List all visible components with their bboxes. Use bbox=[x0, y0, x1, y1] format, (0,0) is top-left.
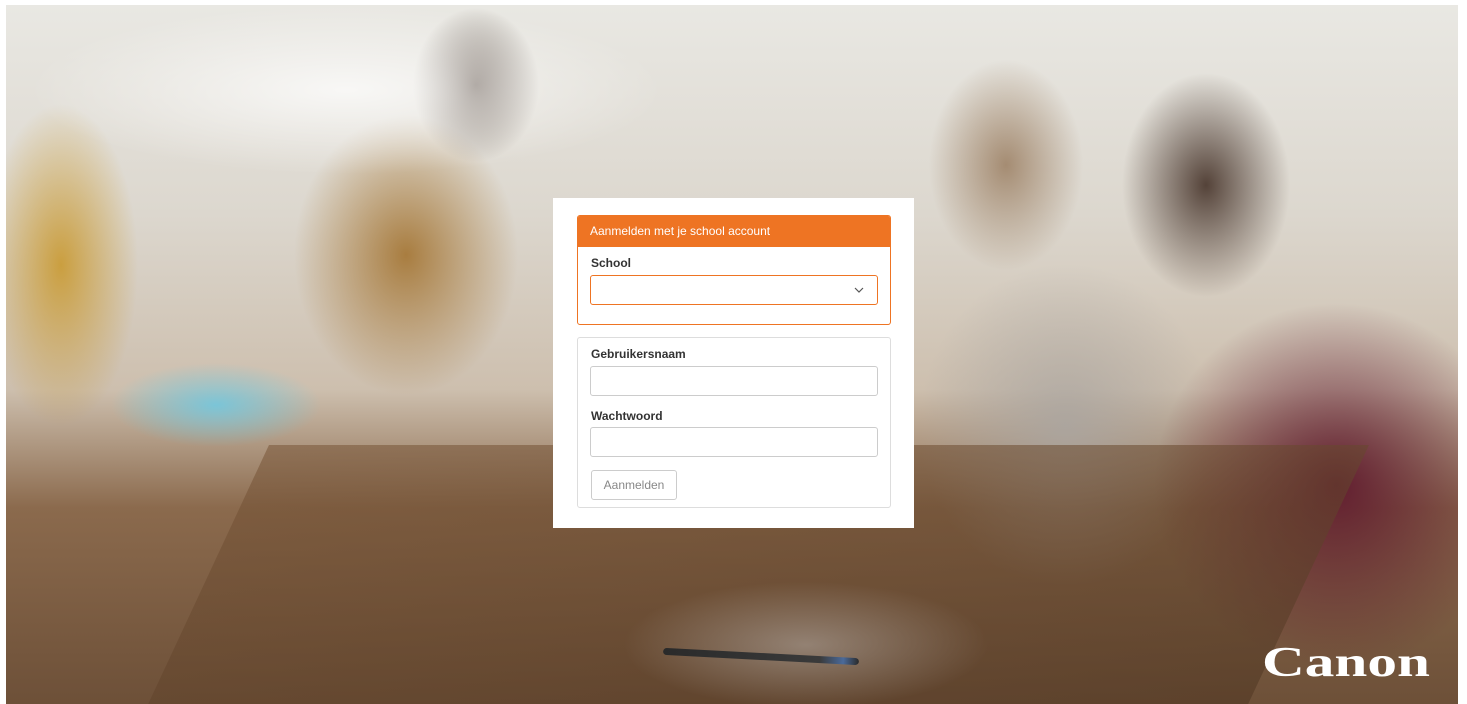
school-card: Aanmelden met je school account School bbox=[577, 215, 891, 325]
username-label: Gebruikersnaam bbox=[591, 347, 686, 361]
password-input[interactable] bbox=[590, 427, 878, 457]
login-header: Aanmelden met je school account bbox=[578, 216, 890, 247]
password-label: Wachtwoord bbox=[591, 409, 663, 423]
background-window-light bbox=[26, 5, 666, 175]
school-label: School bbox=[591, 256, 632, 270]
credentials-card: Gebruikersnaam Wachtwoord Aanmelden bbox=[577, 337, 891, 508]
canon-logo: Canon bbox=[1262, 640, 1430, 684]
username-input[interactable] bbox=[590, 366, 878, 396]
school-select[interactable] bbox=[590, 275, 878, 305]
chevron-down-icon bbox=[854, 287, 864, 293]
login-button[interactable]: Aanmelden bbox=[591, 470, 677, 500]
canon-logo-text: Canon bbox=[1262, 640, 1430, 684]
login-panel: Aanmelden met je school account School G… bbox=[553, 198, 914, 528]
